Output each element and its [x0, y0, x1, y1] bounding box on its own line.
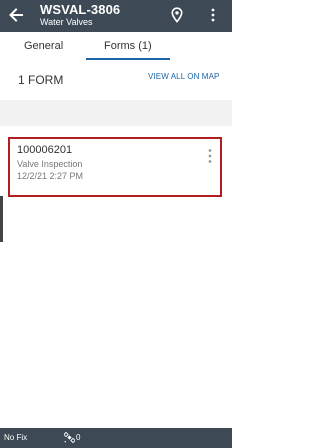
- page-subtitle: Water Valves: [40, 17, 93, 27]
- more-vertical-icon[interactable]: [206, 148, 214, 164]
- drawer-handle[interactable]: [0, 196, 3, 242]
- tab-forms[interactable]: Forms (1): [104, 40, 152, 52]
- gps-status-bar: No Fix 0: [0, 428, 232, 448]
- map-pin-icon[interactable]: [170, 7, 184, 23]
- satellite-icon: [64, 432, 75, 443]
- page-title: WSVAL-3806: [40, 2, 121, 17]
- more-vertical-icon[interactable]: [206, 7, 220, 23]
- tab-bar: General Forms (1): [0, 32, 232, 60]
- app-bar: WSVAL-3806 Water Valves: [0, 0, 232, 32]
- forms-count-label: 1 FORM: [18, 73, 64, 87]
- form-card[interactable]: 100006201 Valve Inspection 12/2/21 2:27 …: [8, 137, 222, 197]
- form-date: 12/2/21 2:27 PM: [17, 171, 84, 181]
- view-all-on-map-link[interactable]: VIEW ALL ON MAP: [148, 72, 219, 81]
- gps-fix-label: No Fix: [4, 433, 28, 442]
- form-name: Valve Inspection: [17, 159, 83, 169]
- forms-summary: 1 FORM VIEW ALL ON MAP: [0, 60, 232, 100]
- satellite-count: 0: [76, 433, 81, 442]
- tab-general[interactable]: General: [24, 40, 63, 52]
- section-divider: [0, 100, 232, 126]
- form-id: 100006201: [17, 144, 73, 156]
- back-arrow-icon[interactable]: [6, 5, 26, 25]
